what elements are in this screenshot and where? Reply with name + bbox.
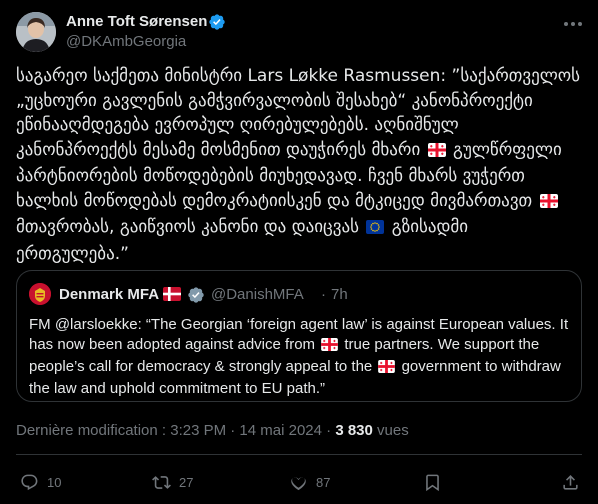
repost-icon [152, 475, 171, 489]
georgia-flag-icon [378, 359, 396, 379]
quote-text: FM @larsloekke: “The Georgian ‘foreign a… [29, 315, 569, 399]
reply-count: 10 [47, 474, 62, 490]
quote-author-name[interactable]: Denmark MFA [59, 286, 159, 303]
edited-timestamp[interactable]: Dernière modification : 3:23 PM · 14 mai… [16, 422, 335, 439]
denmark-flag-icon [163, 287, 181, 306]
repost-button[interactable]: 27 [152, 472, 193, 492]
georgia-flag-icon [539, 191, 558, 216]
repost-count: 27 [179, 474, 194, 490]
reply-icon [21, 474, 38, 490]
quote-separator: · [321, 286, 326, 303]
quote-timestamp[interactable]: 7h [331, 286, 348, 303]
quote-author-handle[interactable]: @DanishMFA [211, 286, 304, 303]
quoted-tweet[interactable]: Denmark MFA @DanishMFA · 7h FM @larsloek… [16, 270, 582, 402]
like-count: 87 [316, 474, 331, 490]
views-count: 3 830 [335, 422, 373, 439]
tweet-meta: Dernière modification : 3:23 PM · 14 mai… [16, 422, 409, 439]
like-button[interactable]: 87 [289, 472, 330, 492]
divider [16, 454, 582, 455]
heart-icon [291, 476, 306, 490]
bookmark-button[interactable] [423, 472, 442, 492]
share-icon [563, 474, 578, 490]
tweet-text-part: მთავრობას, გაიწვიოს კანონი და დაიცვას [16, 217, 365, 237]
government-badge-icon [187, 286, 205, 304]
views-label: vues [372, 422, 409, 439]
tweet: Anne Toft Sørensen @DKAmbGeorgia საგარეო… [0, 0, 598, 504]
author-handle[interactable]: @DKAmbGeorgia [66, 33, 186, 50]
more-options-icon[interactable] [562, 14, 584, 34]
eu-flag-icon [366, 217, 385, 242]
georgia-flag-icon [321, 337, 339, 357]
reply-button[interactable]: 10 [20, 472, 61, 492]
quote-avatar[interactable] [29, 283, 51, 305]
bookmark-icon [426, 474, 439, 491]
tweet-text: საგარეო საქმეთა მინისტრი Lars Løkke Rasm… [16, 64, 582, 266]
georgia-flag-icon [427, 140, 446, 165]
verified-badge-icon [208, 13, 226, 31]
author-name[interactable]: Anne Toft Sørensen [66, 13, 207, 30]
share-button[interactable] [561, 472, 580, 492]
author-avatar[interactable] [16, 12, 56, 52]
